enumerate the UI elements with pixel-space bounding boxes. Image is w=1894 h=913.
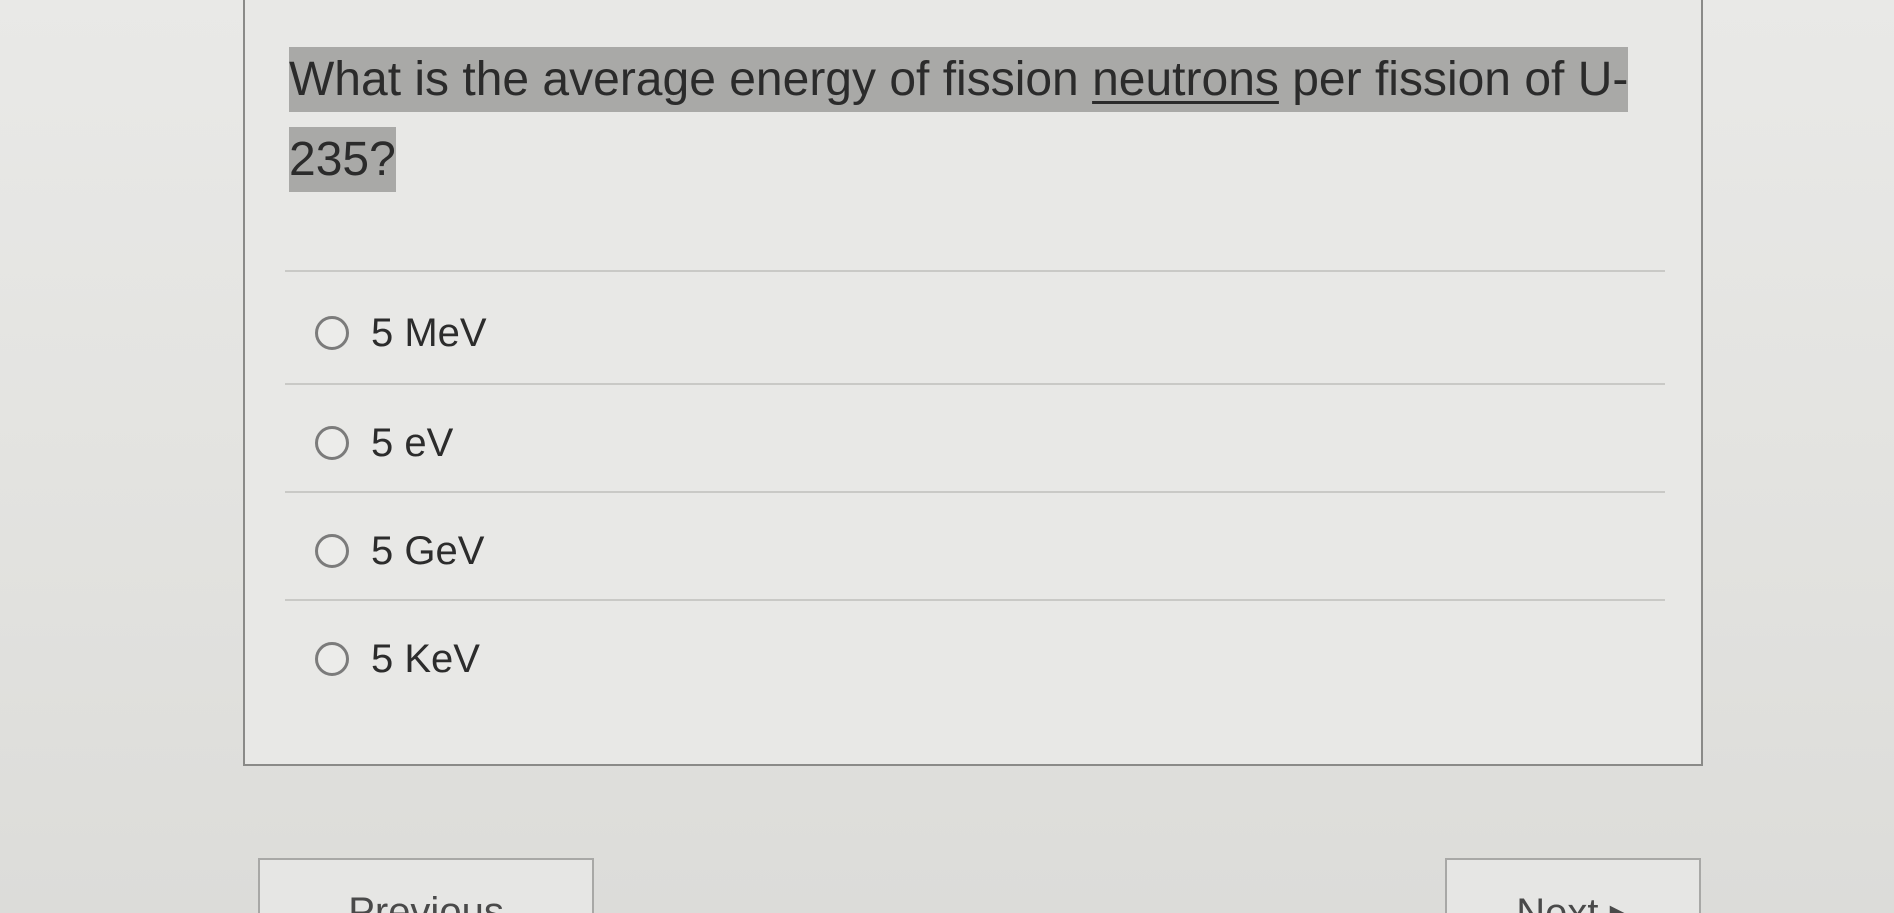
option-label: 5 KeV [371, 636, 480, 681]
radio-button[interactable] [315, 534, 349, 568]
question-highlight: What is the average energy of fission ne… [289, 47, 1629, 192]
option-label: 5 GeV [371, 528, 485, 573]
question-prefix: What is the average energy of fission [289, 53, 1093, 106]
radio-button[interactable] [315, 426, 349, 460]
option-5-ev[interactable]: 5 eV [315, 413, 453, 473]
radio-button[interactable] [315, 642, 349, 676]
option-label: 5 eV [371, 420, 454, 465]
divider [285, 491, 1665, 493]
question-underlined-word: neutrons [1092, 53, 1279, 106]
next-button[interactable]: Next ▸ [1445, 858, 1701, 913]
question-card: What is the average energy of fission ne… [243, 0, 1703, 766]
option-5-mev[interactable]: 5 MeV [315, 303, 487, 363]
option-label: 5 MeV [371, 310, 487, 355]
radio-button[interactable] [315, 316, 349, 350]
question-text: What is the average energy of fission ne… [289, 40, 1689, 200]
quiz-page: What is the average energy of fission ne… [0, 0, 1894, 913]
divider [285, 270, 1665, 272]
previous-button[interactable]: Previous [258, 858, 594, 913]
divider [285, 383, 1665, 385]
option-5-kev[interactable]: 5 KeV [315, 629, 480, 689]
divider [285, 599, 1665, 601]
option-5-gev[interactable]: 5 GeV [315, 521, 484, 581]
